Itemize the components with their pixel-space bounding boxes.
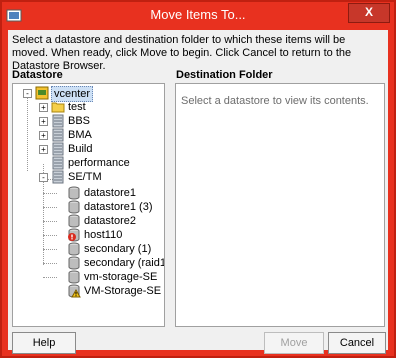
datastore-tree[interactable]: - vcenter + test + BBS + BMA + Build per… — [12, 83, 165, 327]
expand-toggle[interactable]: + — [39, 117, 48, 126]
tree-label: datastore1 (3) — [84, 201, 153, 213]
cancel-button[interactable]: Cancel — [328, 332, 386, 354]
tree-label: datastore1 — [84, 187, 136, 199]
move-button[interactable]: Move — [264, 332, 324, 354]
tree-label: secondary (raid10) — [84, 257, 165, 269]
datacenter-icon — [52, 156, 64, 170]
destination-folder-header: Destination Folder — [176, 69, 273, 81]
destination-folder-pane[interactable]: Select a datastore to view its contents. — [175, 83, 385, 327]
help-button[interactable]: Help — [12, 332, 76, 354]
datastore-header: Datastore — [12, 69, 63, 81]
datastore-icon — [68, 186, 80, 200]
tree-label: test — [68, 101, 86, 113]
datastore-icon — [68, 214, 80, 228]
collapse-toggle[interactable]: - — [39, 173, 48, 182]
tree-label: Build — [68, 143, 93, 155]
tree-label: performance — [68, 157, 130, 169]
expand-toggle[interactable]: + — [39, 145, 48, 154]
datacenter-icon — [52, 170, 64, 184]
tree-label: host110 — [84, 229, 123, 241]
expand-toggle[interactable]: + — [39, 103, 48, 112]
tree-label: VM-Storage-SE — [84, 285, 162, 297]
dialog-body: Select a datastore and destination folde… — [8, 30, 388, 354]
datacenter-icon — [52, 114, 64, 128]
dialog-title: Move Items To... — [150, 7, 246, 22]
folder-icon — [51, 102, 65, 113]
vcenter-icon — [35, 86, 49, 100]
tree-label: secondary (1) — [84, 243, 152, 255]
datastore-error-icon — [68, 228, 80, 242]
title-bar[interactable]: Move Items To... X — [2, 2, 394, 28]
instructions-text: Select a datastore and destination folde… — [12, 34, 352, 72]
datastore-warning-icon — [68, 284, 81, 298]
datacenter-icon — [52, 142, 64, 156]
collapse-toggle[interactable]: - — [23, 89, 32, 98]
destination-placeholder-text: Select a datastore to view its contents. — [181, 95, 369, 107]
move-items-dialog: Move Items To... X Select a datastore an… — [0, 0, 396, 358]
tree-label: BMA — [68, 129, 92, 141]
tree-label: SE/TM — [68, 171, 102, 183]
tree-label: datastore2 — [84, 215, 136, 227]
datastore-icon — [68, 200, 80, 214]
tree-label: BBS — [68, 115, 91, 127]
datacenter-icon — [52, 128, 64, 142]
close-button[interactable]: X — [348, 3, 390, 23]
tree-label: vm-storage-SE — [84, 271, 158, 283]
datastore-icon — [68, 242, 80, 256]
datastore-icon — [68, 270, 80, 284]
expand-toggle[interactable]: + — [39, 131, 48, 140]
datastore-icon — [68, 256, 80, 270]
